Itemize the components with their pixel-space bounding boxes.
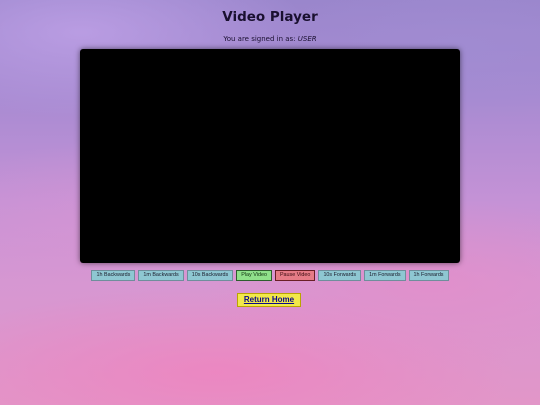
- seek-back-10s-button[interactable]: 10s Backwards: [186, 270, 234, 281]
- return-home-button[interactable]: Return Home: [237, 293, 301, 307]
- seek-forward-1m-button[interactable]: 1m Forwards: [364, 270, 406, 281]
- signed-in-text: You are signed in as: USER: [0, 35, 540, 43]
- page-title: Video Player: [222, 9, 318, 25]
- seek-back-1h-button[interactable]: 1h Backwards: [91, 270, 136, 281]
- seek-forward-10s-button[interactable]: 10s Forwards: [318, 270, 362, 281]
- signed-in-prefix: You are signed in as:: [223, 35, 296, 43]
- play-button[interactable]: Play Video: [236, 270, 272, 281]
- seek-forward-1h-button[interactable]: 1h Forwards: [408, 270, 449, 281]
- video-player[interactable]: [80, 49, 460, 263]
- pause-button[interactable]: Pause Video: [274, 270, 316, 281]
- seek-back-1m-button[interactable]: 1m Backwards: [138, 270, 184, 281]
- player-controls: 1h Backwards 1m Backwards 10s Backwards …: [0, 270, 540, 281]
- username: USER: [297, 35, 317, 43]
